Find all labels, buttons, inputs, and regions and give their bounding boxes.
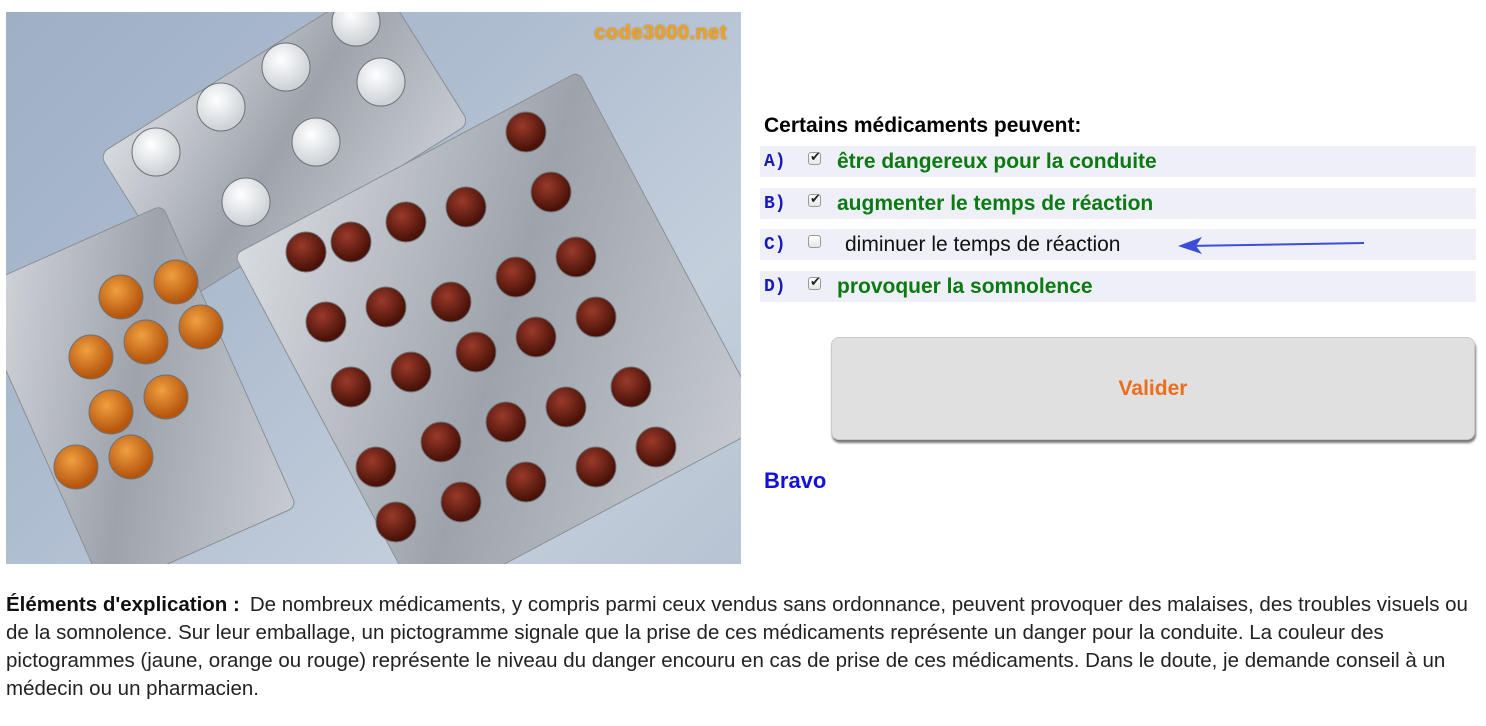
pill [635,426,677,468]
pill [445,186,487,228]
pill [390,351,432,393]
pill [221,177,271,227]
pill [88,389,134,435]
pill [440,481,482,523]
blister-packs-illustration [6,12,741,564]
pill [108,434,154,480]
option-d-label: provoquer la somnolence [837,274,1093,298]
option-b-checkbox[interactable]: ✔ [808,191,821,207]
pill [305,301,347,343]
pill [123,319,169,365]
pill [610,366,652,408]
checkmark-icon: ✔ [810,274,821,289]
option-c-checkbox[interactable] [808,235,821,248]
pill [153,259,199,305]
option-b-label: augmenter le temps de réaction [837,191,1154,215]
watermark-text: code3000.net [594,22,727,44]
question-title: Certains médicaments peuvent: [764,114,1082,137]
medication-photo: code3000.net [6,12,741,564]
arrow-left-icon [1178,237,1365,254]
pill [355,446,397,488]
pill [505,461,547,503]
option-b[interactable]: B) ✔ augmenter le temps de réaction [760,188,1476,219]
pill [330,221,372,263]
option-c[interactable]: C) diminuer le temps de réaction [760,229,1476,260]
option-a-label: être dangereux pour la conduite [837,149,1157,173]
checkmark-icon: ✔ [810,191,821,206]
pill [356,57,406,107]
option-d-letter: D) [764,276,786,297]
option-c-letter: C) [764,234,786,255]
pill [555,236,597,278]
pill [285,231,327,273]
pill [505,111,547,153]
feedback-message: Bravo [764,468,827,493]
explanation-paragraph: Éléments d'explication : De nombreux médi… [6,591,1476,703]
pill [515,316,557,358]
option-a-checkbox[interactable]: ✔ [808,149,821,165]
pill [430,281,472,323]
option-d[interactable]: D) ✔ provoquer la somnolence [760,271,1476,302]
explanation-label: Éléments d'explication : [6,593,240,616]
pill [178,304,224,350]
pill [196,82,246,132]
pill [575,446,617,488]
pill [365,286,407,328]
option-a-letter: A) [764,151,786,172]
checkmark-icon: ✔ [810,149,821,164]
pill [98,274,144,320]
pill [53,444,99,490]
option-b-letter: B) [764,193,786,214]
pill [575,296,617,338]
pill [485,401,527,443]
pill [143,374,189,420]
pill [261,42,311,92]
pill [385,201,427,243]
pill [530,171,572,213]
pill [495,256,537,298]
pill [420,421,462,463]
validate-button[interactable]: Valider [831,337,1475,440]
option-c-label: diminuer le temps de réaction [845,232,1121,256]
pill [68,334,114,380]
pill [330,366,372,408]
pill [291,117,341,167]
pill [131,127,181,177]
pill [375,501,417,543]
option-d-checkbox[interactable]: ✔ [808,274,821,290]
pill [455,331,497,373]
pill [545,386,587,428]
option-a[interactable]: A) ✔ être dangereux pour la conduite [760,146,1476,177]
